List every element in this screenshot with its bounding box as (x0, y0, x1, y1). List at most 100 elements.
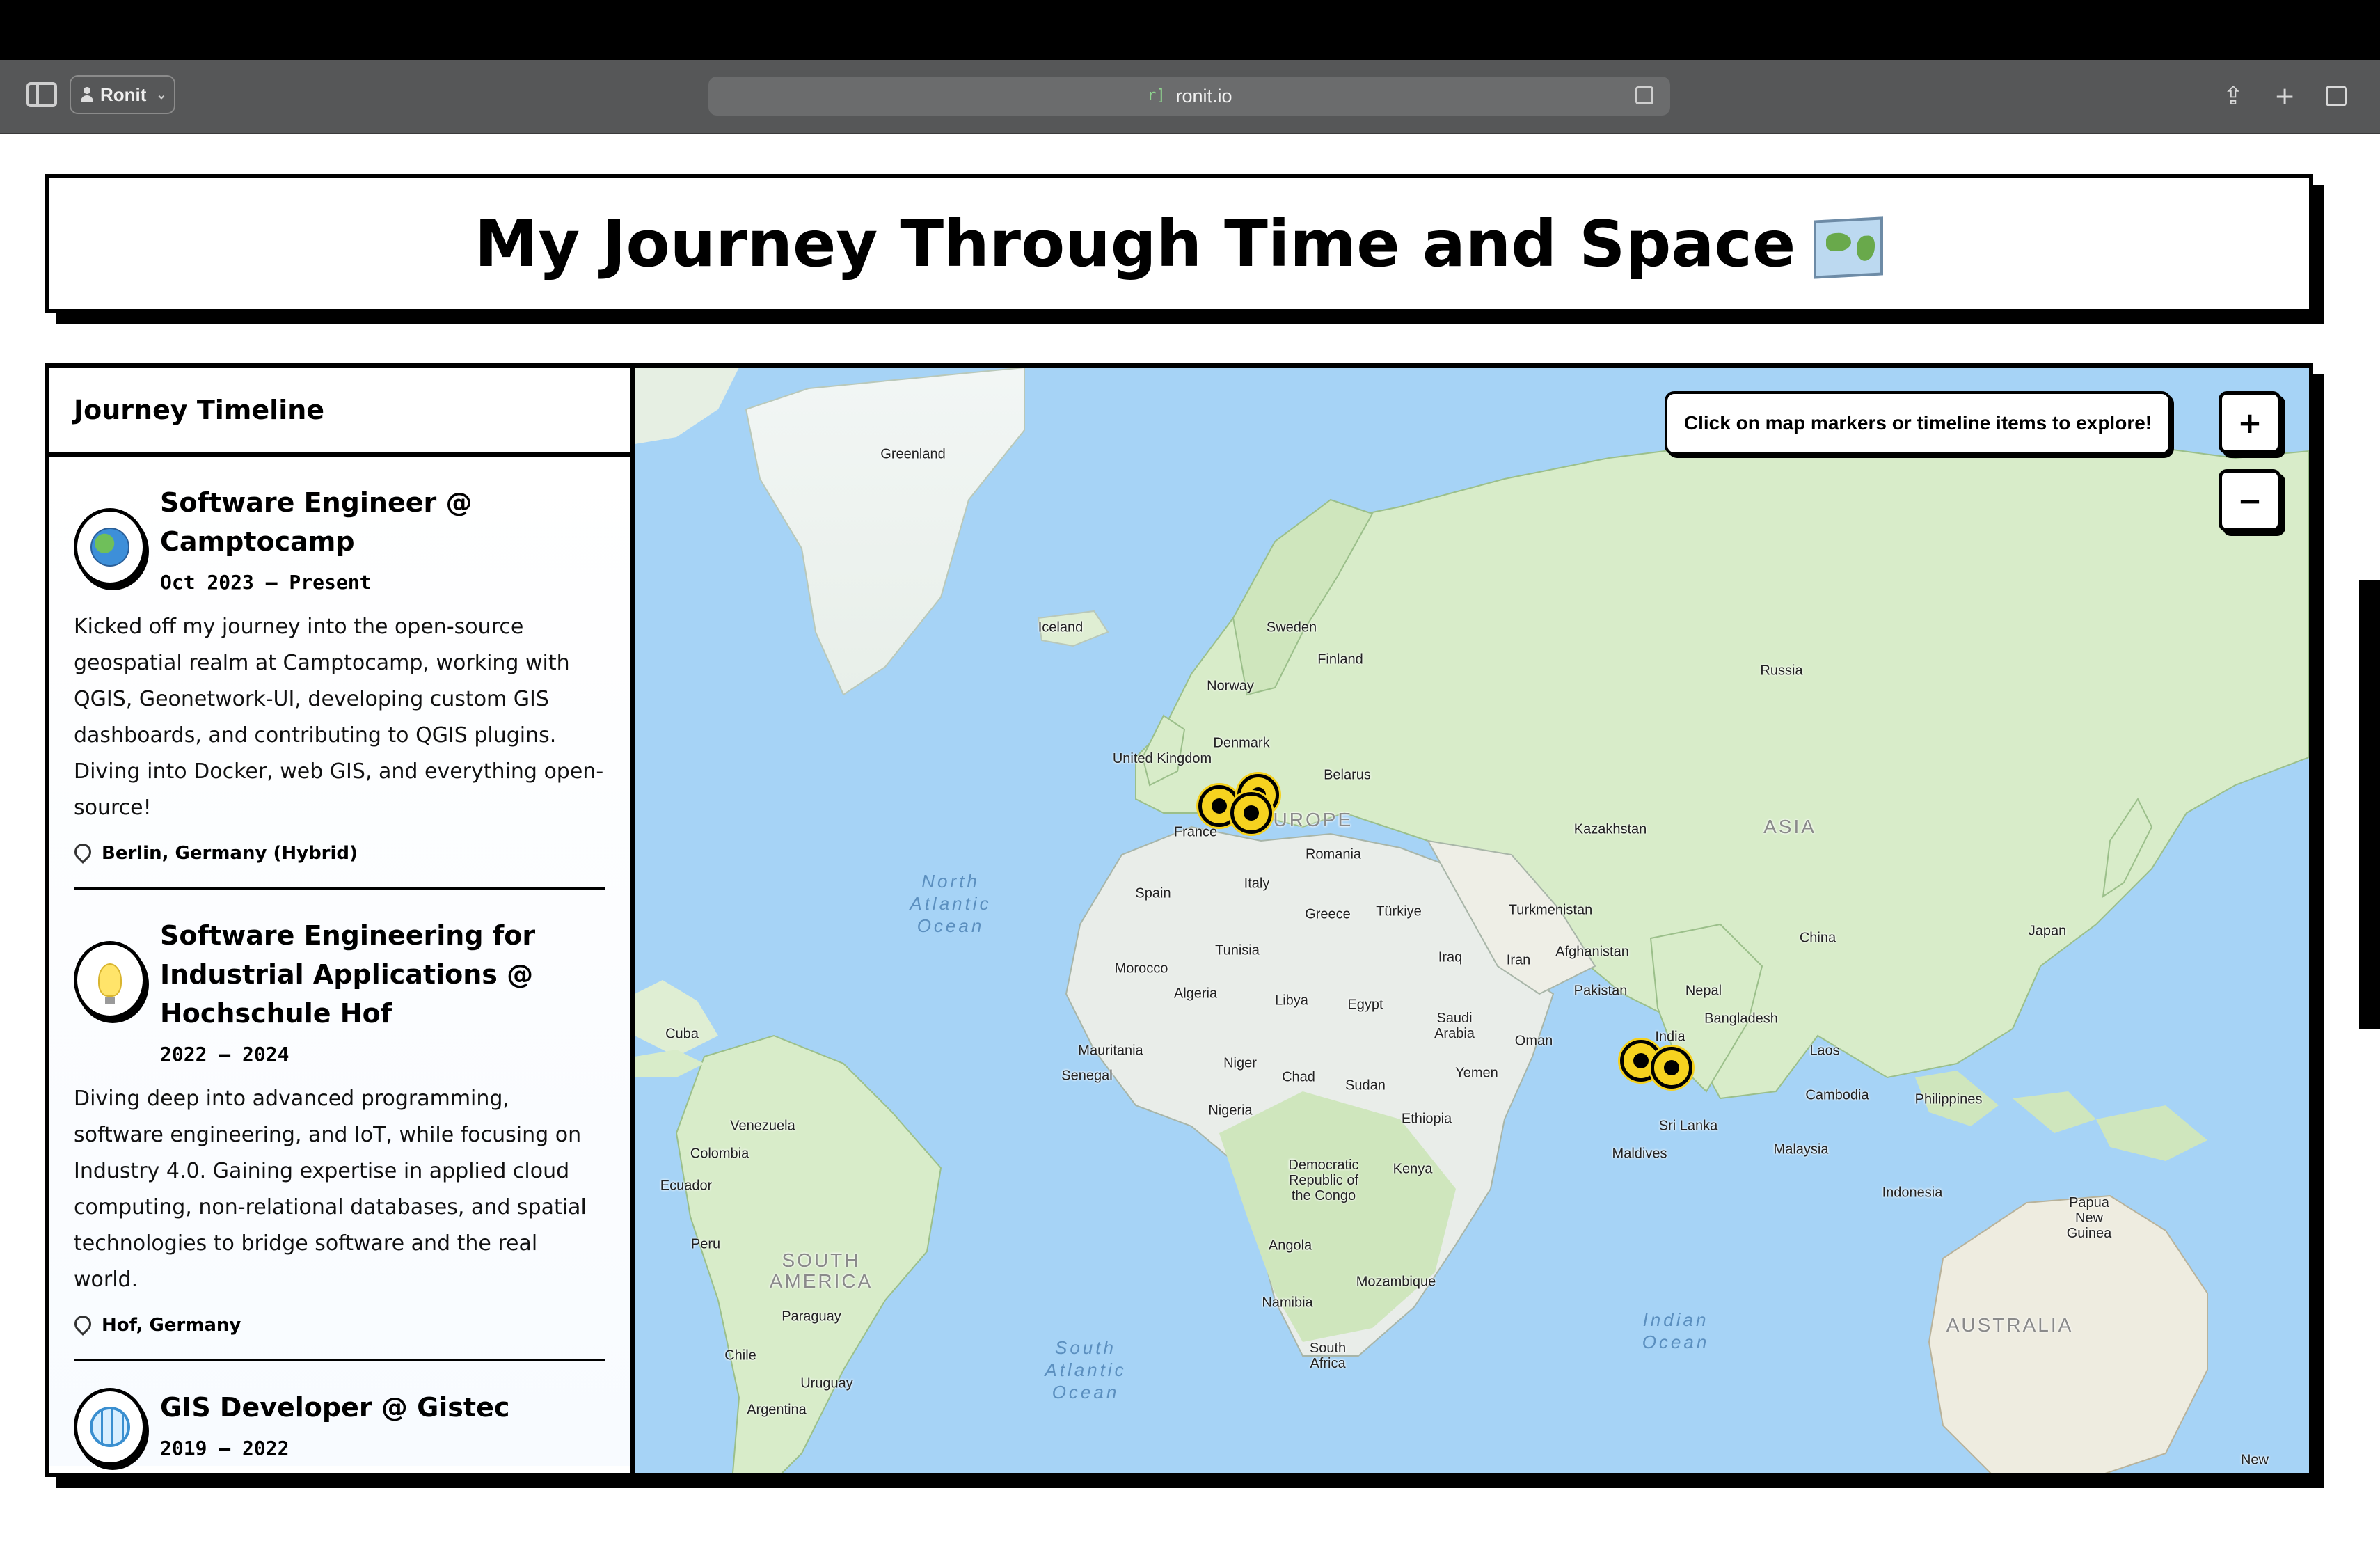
map-label-belarus: Belarus (1324, 767, 1371, 783)
map-label-yemen: Yemen (1455, 1065, 1498, 1081)
reader-mode-icon[interactable] (1635, 86, 1653, 104)
world-map-icon (1814, 216, 1884, 279)
tab-overview-icon[interactable] (2326, 77, 2347, 116)
sidebar-toggle-icon[interactable] (26, 82, 57, 107)
page-scrollbar[interactable] (2359, 580, 2380, 1029)
map-label-iran: Iran (1506, 952, 1531, 968)
entry-date: Oct 2023 – Present (160, 571, 372, 594)
web-globe-icon (90, 1407, 130, 1447)
timeline-item[interactable]: Software Engineering for Industrial Appl… (74, 887, 605, 1359)
map-marker-hof[interactable] (1230, 792, 1272, 834)
map-label-europe: EUROPE (1258, 809, 1354, 830)
map-label-tunisia: Tunisia (1215, 942, 1260, 958)
map-label-egypt: Egypt (1347, 997, 1383, 1013)
map-label-asia: ASIA (1763, 816, 1816, 837)
map-label-japan: Japan (2028, 923, 2067, 939)
map-label-philippines: Philippines (1914, 1091, 1983, 1107)
map-label-new: New (2240, 1452, 2269, 1468)
map-label-angola: Angola (1268, 1238, 1312, 1254)
map-label-romania: Romania (1305, 846, 1362, 862)
map-label-chile: Chile (724, 1348, 756, 1364)
map-label-pakistan: Pakistan (1573, 983, 1628, 999)
map-label-russia: Russia (1760, 663, 1803, 679)
map-label-niger: Niger (1223, 1055, 1257, 1071)
address-bar[interactable]: r] ronit.io (708, 77, 1670, 116)
map-label-china: China (1799, 930, 1836, 946)
map-label-iceland: Iceland (1038, 619, 1084, 635)
map-label-namibia: Namibia (1262, 1295, 1313, 1311)
sidebar-title: Journey Timeline (49, 368, 630, 457)
timeline-sidebar: Journey Timeline Software Engineer @ Cam… (49, 368, 635, 1473)
map-label-sri-lanka: Sri Lanka (1658, 1118, 1718, 1134)
map-label-india: India (1655, 1029, 1685, 1045)
entry-date: 2022 – 2024 (160, 1043, 289, 1066)
map-label-laos: Laos (1809, 1043, 1840, 1059)
person-icon (81, 87, 93, 102)
world-map[interactable]: Greenland Iceland Sweden Finland Norway … (635, 368, 2309, 1473)
page-title: My Journey Through Time and Space (475, 207, 1884, 281)
entry-title: GIS Developer @ Gistec (160, 1392, 510, 1423)
map-label-colombia: Colombia (690, 1146, 749, 1162)
map-label-oman: Oman (1514, 1033, 1553, 1049)
location-pin-icon (74, 1316, 89, 1335)
entry-description: Kicked off my journey into the open-sour… (74, 615, 604, 820)
map-label-bangladesh: Bangladesh (1704, 1011, 1778, 1027)
map-label-peru: Peru (690, 1236, 721, 1252)
map-label-mozambique: Mozambique (1356, 1274, 1436, 1290)
map-marker-india-south[interactable] (1651, 1047, 1692, 1089)
map-label-kazakhstan: Kazakhstan (1573, 821, 1647, 837)
map-label-italy: Italy (1244, 876, 1270, 892)
map-label-south-atlantic-ocean: South Atlantic Ocean (1045, 1337, 1127, 1403)
map-label-finland: Finland (1317, 651, 1363, 668)
map-label-chad: Chad (1282, 1069, 1315, 1085)
map-label-united-kingdom: United Kingdom (1112, 751, 1212, 766)
map-label-argentina: Argentina (747, 1402, 807, 1418)
map-label-saudi-arabia: Saudi Arabia (1434, 1011, 1475, 1041)
new-tab-icon[interactable]: + (2274, 77, 2295, 116)
map-label-senegal: Senegal (1061, 1068, 1113, 1084)
map-label-turkiye: Türkiye (1376, 903, 1422, 919)
map-label-france: France (1173, 824, 1218, 840)
entry-title: Software Engineering for Industrial Appl… (160, 920, 536, 1029)
zoom-in-button[interactable]: + (2219, 391, 2281, 454)
entry-location-text: Hof, Germany (102, 1315, 241, 1336)
share-icon[interactable]: ⇪ (2223, 77, 2244, 116)
map-label-iraq: Iraq (1438, 949, 1463, 965)
map-label-libya: Libya (1275, 993, 1308, 1009)
map-label-spain: Spain (1135, 885, 1171, 901)
map-label-paraguay: Paraguay (782, 1309, 841, 1325)
map-label-south-america: SOUTH AMERICA (769, 1249, 873, 1292)
map-label-south-africa: South Africa (1309, 1341, 1347, 1371)
entry-icon-badge (74, 941, 146, 1019)
web-page: My Journey Through Time and Space Journe… (0, 134, 2380, 1548)
map-label-norway: Norway (1207, 678, 1254, 694)
map-hint: Click on map markers or timeline items t… (1665, 391, 2171, 455)
map-label-morocco: Morocco (1114, 961, 1168, 977)
entry-icon-badge (74, 508, 146, 586)
map-label-turkmenistan: Turkmenistan (1508, 902, 1593, 918)
map-label-maldives: Maldives (1612, 1146, 1667, 1162)
map-label-sudan: Sudan (1345, 1077, 1386, 1093)
url-text: ronit.io (1175, 85, 1232, 106)
entry-title: Software Engineer @ Camptocamp (160, 487, 473, 557)
screen-top-bar (0, 0, 2380, 60)
entry-icon-badge (74, 1388, 146, 1466)
zoom-out-button[interactable]: − (2219, 469, 2281, 532)
chevron-down-icon: ⌄ (156, 87, 167, 102)
map-label-denmark: Denmark (1213, 735, 1270, 751)
map-label-indonesia: Indonesia (1882, 1185, 1943, 1201)
timeline-item[interactable]: Software Engineer @ Camptocamp Oct 2023 … (74, 457, 605, 887)
browser-toolbar: Ronit ⌄ r] ronit.io ⇪ + (0, 60, 2380, 134)
map-label-venezuela: Venezuela (730, 1118, 795, 1134)
light-bulb-icon (98, 963, 122, 1004)
timeline-item[interactable]: GIS Developer @ Gistec 2019 – 2022 (74, 1359, 605, 1466)
entry-date: 2019 – 2022 (160, 1437, 289, 1460)
map-label-dr-congo: Democratic Republic of the Congo (1288, 1158, 1359, 1203)
entry-location: Berlin, Germany (Hybrid) (74, 843, 605, 887)
profile-button[interactable]: Ronit ⌄ (70, 75, 175, 114)
map-label-malaysia: Malaysia (1773, 1142, 1829, 1158)
profile-name: Ronit (100, 84, 147, 105)
journey-panel: Journey Timeline Software Engineer @ Cam… (45, 363, 2313, 1477)
entry-description: Diving deep into advanced programming, s… (74, 1087, 587, 1292)
map-label-greenland: Greenland (880, 446, 946, 462)
